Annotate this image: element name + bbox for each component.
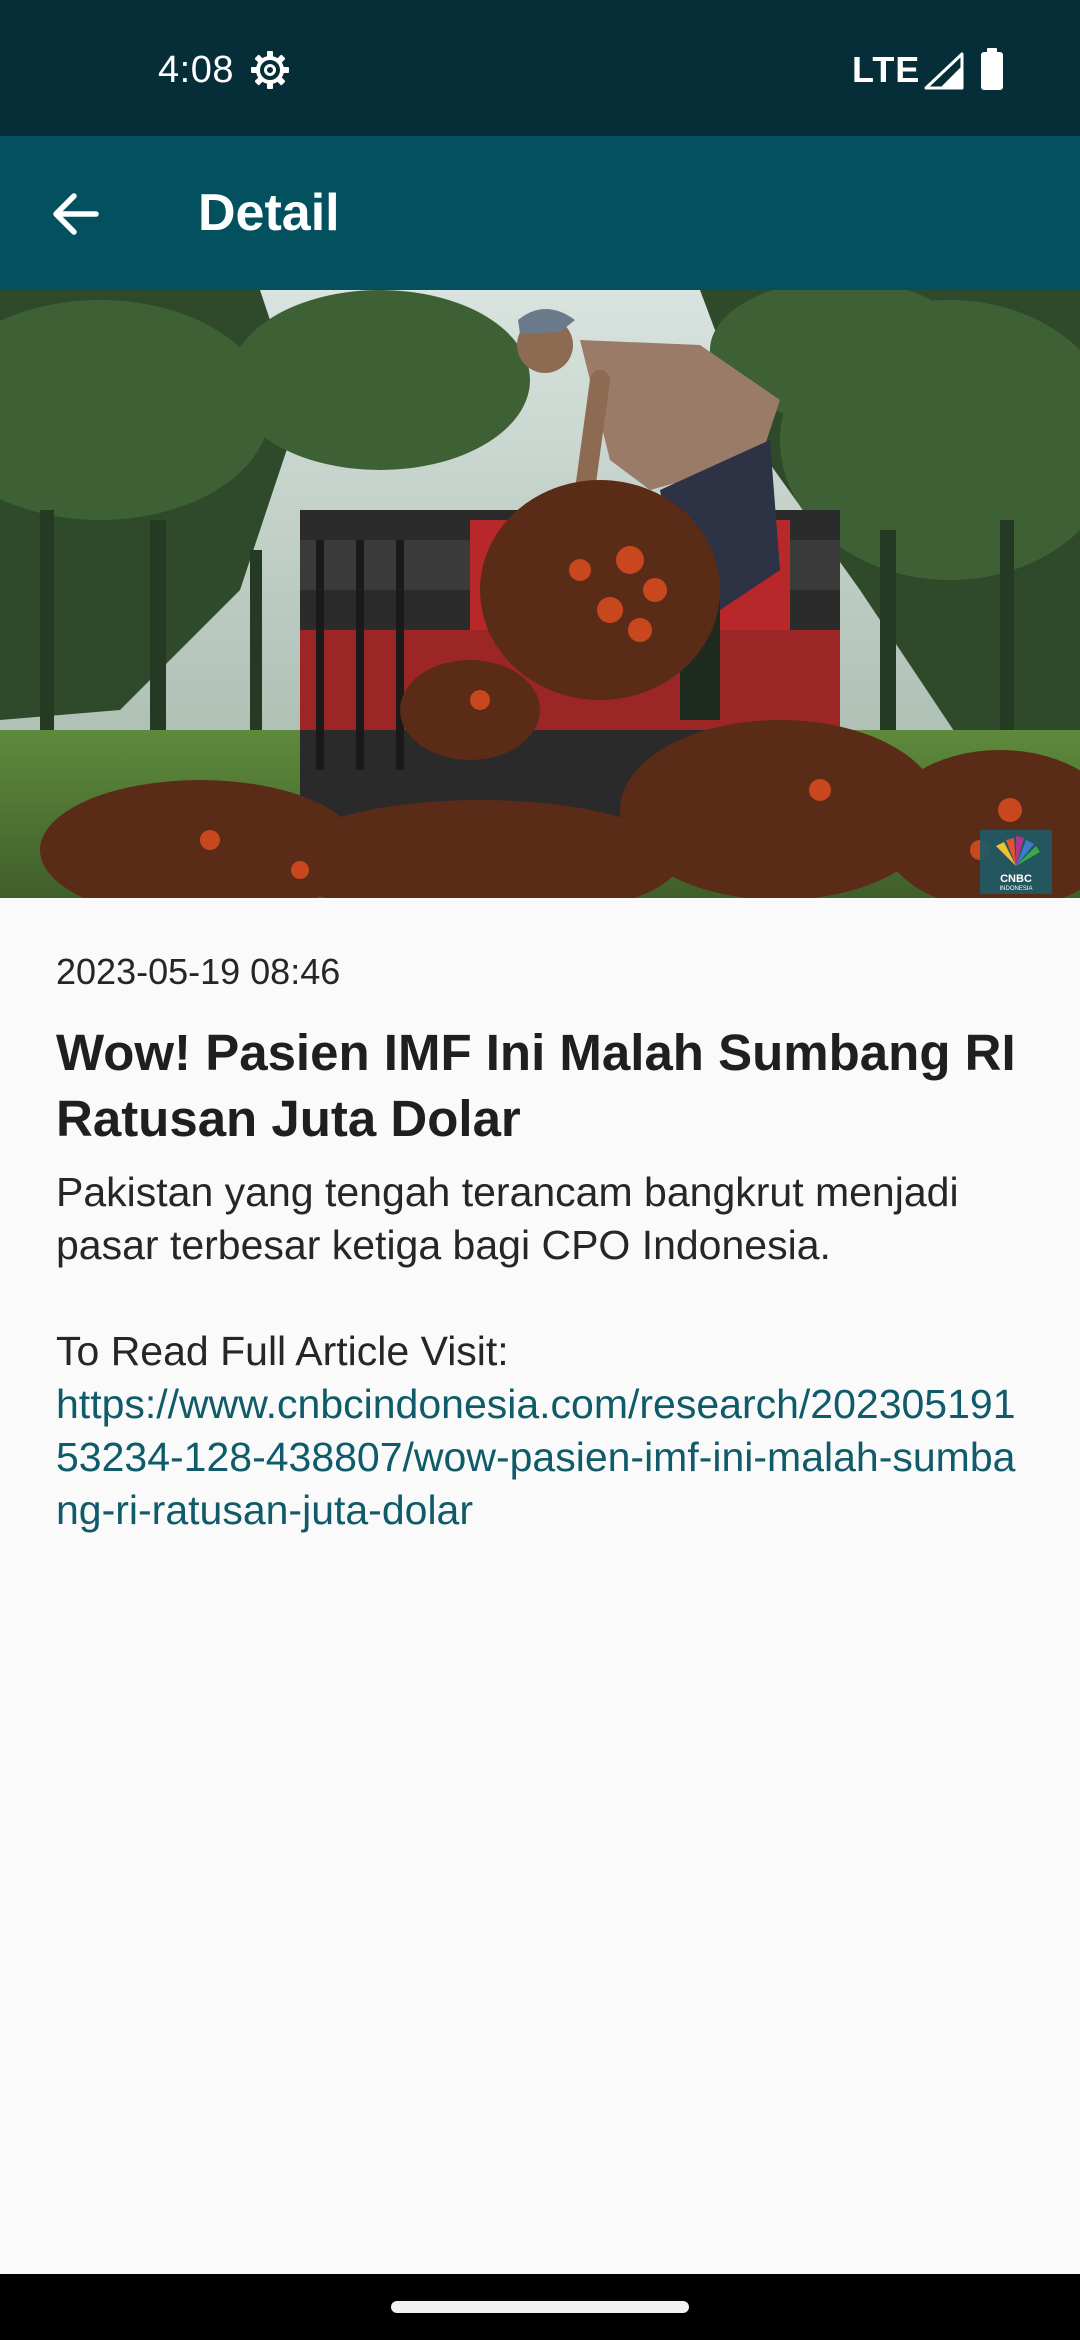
signal-icon [924,52,964,90]
home-gesture-handle[interactable] [391,2301,689,2313]
article-summary: Pakistan yang tengah terancam bangkrut m… [56,1169,959,1268]
status-time: 4:08 [158,49,234,91]
article-title: Wow! Pasien IMF Ini Malah Sumbang RI Rat… [56,1024,1016,1147]
svg-text:INDONESIA: INDONESIA [999,886,1032,892]
back-button[interactable] [36,174,116,254]
arrow-back-icon [53,193,99,235]
battery-icon [980,48,1004,90]
settings-gear-icon [250,50,290,90]
status-bar: 4:08 LTE [0,0,1080,136]
article-hero-image: CNBC INDONESIA [0,290,1080,898]
article-date: 2023-05-19 08:46 [56,951,341,992]
system-navigation-bar [0,2274,1080,2340]
page-title: Detail [198,184,340,242]
svg-text:CNBC: CNBC [1000,873,1032,885]
article-content: 2023-05-19 08:46 Wow! Pasien IMF Ini Mal… [56,946,1036,1537]
app-bar: Detail [0,136,1080,290]
network-type-label: LTE [852,49,921,90]
cnbc-logo: CNBC INDONESIA [980,830,1052,894]
read-full-article-label: To Read Full Article Visit: [56,1328,509,1374]
article-link[interactable]: https://www.cnbcindonesia.com/research/2… [56,1378,1036,1537]
